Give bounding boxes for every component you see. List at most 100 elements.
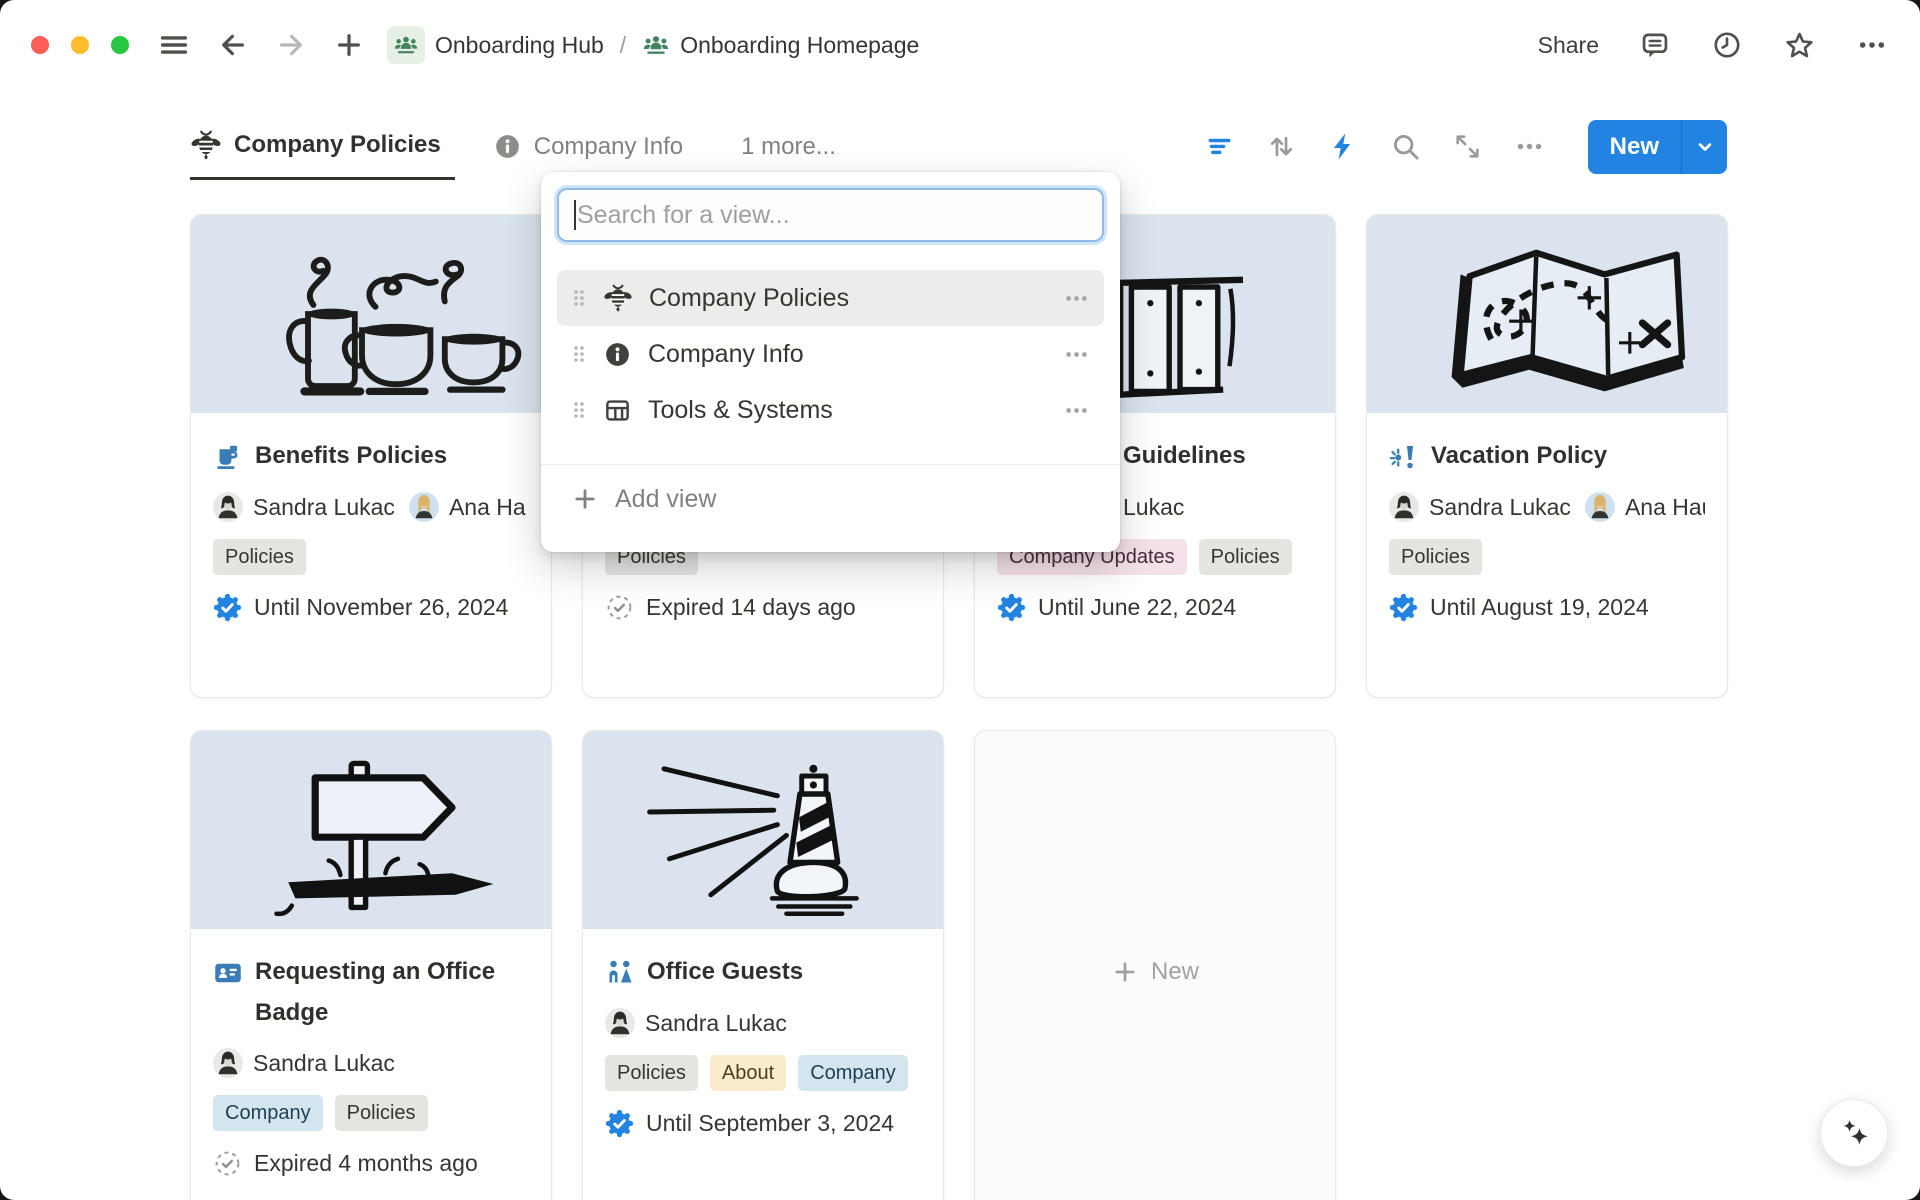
forward-arrow-icon bbox=[282, 36, 301, 53]
view-search-input[interactable] bbox=[559, 201, 1102, 230]
card-tags-row: Policies bbox=[1389, 539, 1705, 575]
breadcrumb-item-onboarding-homepage[interactable]: Onboarding Homepage bbox=[638, 29, 923, 61]
card-requesting-an-office-badge[interactable]: Requesting an Office Badge Sandra Lukac … bbox=[190, 730, 552, 1200]
id-badge-icon bbox=[215, 964, 241, 983]
sparkle-icon bbox=[1843, 1120, 1867, 1145]
view-item-company-policies[interactable]: Company Policies bbox=[557, 270, 1104, 326]
drag-handle-icon[interactable] bbox=[571, 286, 587, 310]
new-dropdown-button[interactable] bbox=[1681, 120, 1727, 174]
expand-view-button[interactable] bbox=[1450, 129, 1485, 164]
more-views-button[interactable]: 1 more... bbox=[735, 113, 842, 180]
add-view-button[interactable]: Add view bbox=[557, 471, 1104, 527]
status-text: Until September 3, 2024 bbox=[646, 1110, 894, 1137]
tab-label: Company Policies bbox=[234, 131, 441, 159]
view-options-button[interactable] bbox=[1512, 129, 1547, 164]
sidebar-menu-button[interactable] bbox=[155, 26, 193, 64]
ellipsis-icon bbox=[1517, 144, 1541, 149]
search-icon bbox=[1395, 136, 1417, 158]
window-controls bbox=[31, 36, 129, 54]
avatar-ana bbox=[409, 492, 439, 522]
view-item-tools-and-systems[interactable]: Tools & Systems bbox=[557, 382, 1104, 438]
sort-icon bbox=[1272, 138, 1291, 155]
drag-handle-icon[interactable] bbox=[571, 398, 587, 422]
team-icon bbox=[642, 31, 670, 59]
sort-button[interactable] bbox=[1264, 129, 1299, 164]
new-tab-button[interactable] bbox=[331, 27, 367, 63]
view-item-label: Company Info bbox=[648, 340, 1047, 369]
minimize-window-button[interactable] bbox=[71, 36, 89, 54]
card-title: Guidelines bbox=[1123, 435, 1246, 476]
ellipsis-icon bbox=[1860, 42, 1884, 48]
close-window-button[interactable] bbox=[31, 36, 49, 54]
page-more-button[interactable] bbox=[1854, 27, 1890, 63]
card-title: Requesting an Office Badge bbox=[255, 951, 529, 1033]
forward-button[interactable] bbox=[273, 27, 309, 63]
add-view-label: Add view bbox=[615, 485, 716, 514]
plus-icon bbox=[1117, 964, 1133, 980]
status-text: Until November 26, 2024 bbox=[254, 594, 508, 621]
card-title-row: Benefits Policies bbox=[213, 435, 529, 477]
verified-badge-icon bbox=[605, 1109, 634, 1138]
back-button[interactable] bbox=[215, 27, 251, 63]
person-name: Ana Hau bbox=[1625, 494, 1705, 521]
card-status-row: Expired 4 months ago bbox=[213, 1145, 529, 1181]
tab-company-policies[interactable]: Company Policies bbox=[190, 113, 455, 180]
tag-company: Company bbox=[213, 1095, 323, 1131]
zoom-window-button[interactable] bbox=[111, 36, 129, 54]
filter-button[interactable] bbox=[1202, 129, 1237, 164]
card-benefits-policies[interactable]: Benefits Policies Sandra Lukac Ana Ha Po… bbox=[190, 214, 552, 698]
lightning-bolt-icon bbox=[1334, 133, 1350, 159]
star-icon bbox=[1788, 33, 1812, 55]
avatar-sandra bbox=[213, 492, 243, 522]
card-people-row: Sandra Lukac bbox=[213, 1043, 529, 1083]
card-vacation-policy[interactable]: Vacation Policy Sandra Lukac Ana Hau Pol… bbox=[1366, 214, 1728, 698]
drag-handle-icon[interactable] bbox=[571, 342, 587, 366]
verified-badge-icon bbox=[997, 593, 1026, 622]
clock-icon bbox=[1716, 34, 1738, 56]
view-item-more-button[interactable] bbox=[1063, 397, 1090, 424]
card-title-row: Requesting an Office Badge bbox=[213, 951, 529, 1033]
view-item-company-info[interactable]: Company Info bbox=[557, 326, 1104, 382]
text-cursor bbox=[574, 200, 576, 230]
window-topbar: Onboarding Hub / Onboarding Homepage Sha… bbox=[0, 0, 1920, 90]
card-tags-row: Company Policies bbox=[213, 1095, 529, 1131]
avatar-sandra bbox=[605, 1008, 635, 1038]
sun-exclamation-icon bbox=[1391, 446, 1413, 468]
tag-company: Company bbox=[798, 1055, 908, 1091]
view-item-more-button[interactable] bbox=[1063, 341, 1090, 368]
view-item-more-button[interactable] bbox=[1063, 285, 1090, 312]
person-name: Sandra Lukac bbox=[253, 1050, 395, 1077]
breadcrumb-item-onboarding-hub[interactable]: Onboarding Hub bbox=[383, 24, 608, 66]
card-status-row: Expired 14 days ago bbox=[605, 589, 921, 625]
tab-company-info[interactable]: Company Info bbox=[493, 113, 697, 180]
search-view-button[interactable] bbox=[1388, 129, 1423, 164]
view-item-label: Tools & Systems bbox=[648, 396, 1047, 425]
ai-assistant-button[interactable] bbox=[1820, 1099, 1888, 1167]
person-name: Ana Ha bbox=[449, 494, 526, 521]
automations-button[interactable] bbox=[1326, 129, 1361, 164]
views-dropdown-menu: Company Policies Company Info Tools & Sy… bbox=[541, 172, 1120, 552]
notion-window: Onboarding Hub / Onboarding Homepage Sha… bbox=[0, 0, 1920, 1200]
favorite-button[interactable] bbox=[1781, 27, 1818, 64]
card-people-row: Sandra Lukac Ana Hau bbox=[1389, 487, 1705, 527]
view-tab-bar: Company Policies Company Info 1 more... … bbox=[190, 113, 1727, 180]
comments-button[interactable] bbox=[1637, 27, 1673, 63]
new-button[interactable]: New bbox=[1588, 120, 1681, 174]
filter-icon bbox=[1208, 139, 1230, 154]
expand-diagonal-icon bbox=[1457, 137, 1477, 157]
card-people-row: Sandra Lukac Ana Ha bbox=[213, 487, 529, 527]
share-button[interactable]: Share bbox=[1536, 28, 1601, 63]
updates-button[interactable] bbox=[1709, 27, 1745, 63]
card-tags-row: Policies bbox=[213, 539, 529, 575]
card-status-row: Until November 26, 2024 bbox=[213, 589, 529, 625]
avatar-sandra bbox=[1389, 492, 1419, 522]
info-icon bbox=[496, 135, 519, 158]
new-page-card[interactable]: New bbox=[974, 730, 1336, 1200]
card-body: Vacation Policy Sandra Lukac Ana Hau Pol… bbox=[1367, 413, 1727, 625]
card-body: Office Guests Sandra Lukac Policies Abou… bbox=[583, 929, 943, 1141]
avatar-ana bbox=[1585, 492, 1615, 522]
card-cover-signpost-illustration bbox=[191, 731, 551, 929]
card-title-row: Vacation Policy bbox=[1389, 435, 1705, 477]
card-office-guests[interactable]: Office Guests Sandra Lukac Policies Abou… bbox=[582, 730, 944, 1200]
card-body: Requesting an Office Badge Sandra Lukac … bbox=[191, 929, 551, 1181]
